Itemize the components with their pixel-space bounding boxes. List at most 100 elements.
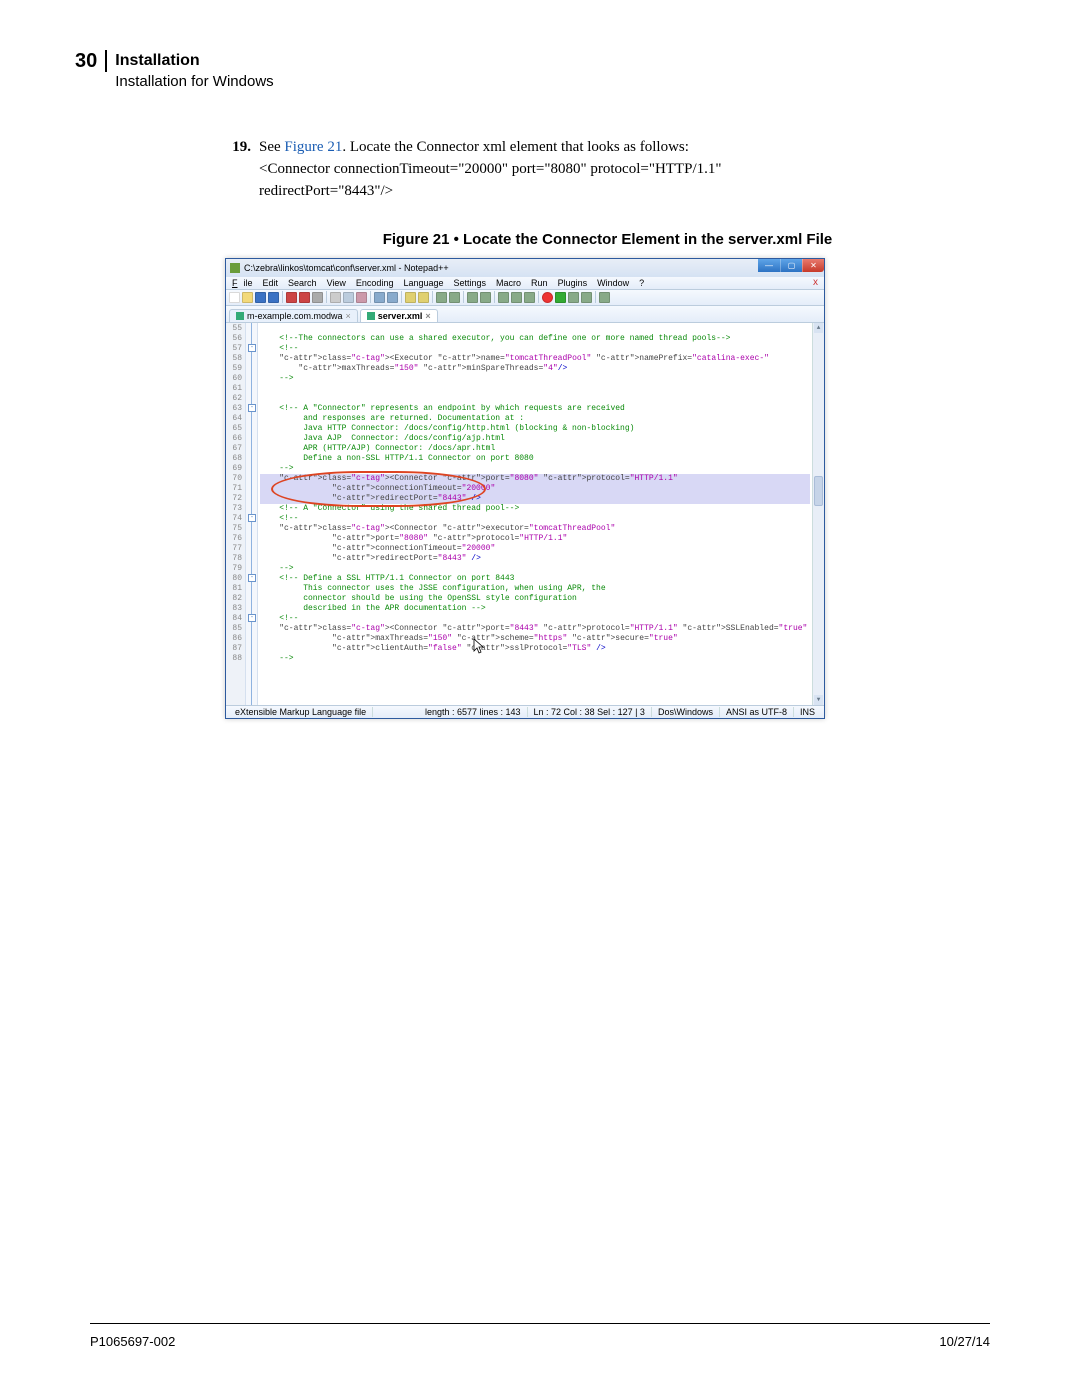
sync-h-icon[interactable] (480, 292, 491, 303)
menu-run[interactable]: Run (529, 278, 550, 288)
file-icon (367, 312, 375, 320)
sync-v-icon[interactable] (467, 292, 478, 303)
save-all-icon[interactable] (268, 292, 279, 303)
status-insert-mode: INS (794, 707, 821, 717)
toolbar-separator (432, 291, 433, 303)
tab-inactive[interactable]: m-example.com.modwa× (229, 309, 358, 322)
show-all-chars-icon[interactable] (511, 292, 522, 303)
footer-date: 10/27/14 (939, 1334, 990, 1349)
toolbar-separator (326, 291, 327, 303)
notepad-plus-plus-window: C:\zebra\linkos\tomcat\conf\server.xml -… (225, 258, 825, 719)
save-macro-icon[interactable] (581, 292, 592, 303)
status-bar: eXtensible Markup Language file length :… (226, 705, 824, 718)
file-icon (236, 312, 244, 320)
record-macro-icon[interactable] (542, 292, 553, 303)
step-number: 19. (225, 137, 259, 157)
menu-language[interactable]: Language (401, 278, 445, 288)
fold-box-icon[interactable]: - (248, 514, 256, 522)
paste-icon[interactable] (356, 292, 367, 303)
page-header: 30 Installation Installation for Windows (75, 50, 990, 92)
menu-window[interactable]: Window (595, 278, 631, 288)
toolbar-separator (538, 291, 539, 303)
menu-search[interactable]: Search (286, 278, 319, 288)
fold-box-icon[interactable]: - (248, 574, 256, 582)
zoom-out-icon[interactable] (449, 292, 460, 303)
editor-area[interactable]: 5556575859606162636465666768697071727374… (226, 323, 824, 705)
header-title: Installation (115, 50, 273, 72)
status-filetype: eXtensible Markup Language file (229, 707, 373, 717)
toolbar-separator (282, 291, 283, 303)
print-icon[interactable] (312, 292, 323, 303)
window-title: C:\zebra\linkos\tomcat\conf\server.xml -… (244, 263, 449, 273)
menubar: File Edit Search View Encoding Language … (226, 277, 824, 290)
menu-help[interactable]: ? (637, 278, 646, 288)
zoom-in-icon[interactable] (436, 292, 447, 303)
header-subtitle: Installation for Windows (115, 72, 273, 92)
cut-icon[interactable] (330, 292, 341, 303)
fold-box-icon[interactable]: - (248, 344, 256, 352)
footer-rule (90, 1323, 990, 1324)
status-length: length : 6577 lines : 143 (419, 707, 528, 717)
scroll-up-arrow-icon[interactable]: ▲ (814, 323, 823, 333)
open-file-icon[interactable] (242, 292, 253, 303)
vertical-scrollbar[interactable]: ▲ ▼ (812, 323, 824, 705)
scroll-thumb[interactable] (814, 476, 823, 506)
mouse-cursor-icon (473, 638, 487, 656)
status-eol: Dos\Windows (652, 707, 720, 717)
close-button[interactable]: ✕ (802, 259, 824, 272)
footer-doc-id: P1065697-002 (90, 1334, 175, 1349)
new-file-icon[interactable] (229, 292, 240, 303)
minimize-button[interactable]: — (758, 259, 780, 272)
tab-close-icon[interactable]: × (346, 311, 351, 321)
toolbar-separator (463, 291, 464, 303)
menu-plugins[interactable]: Plugins (556, 278, 590, 288)
save-icon[interactable] (255, 292, 266, 303)
fold-box-icon[interactable]: - (248, 614, 256, 622)
tab-active[interactable]: server.xml× (360, 309, 438, 322)
maximize-button[interactable]: ▢ (780, 259, 802, 272)
toolbar (226, 290, 824, 306)
fold-box-icon[interactable]: - (248, 404, 256, 412)
play-multiple-icon[interactable] (568, 292, 579, 303)
close-all-icon[interactable] (299, 292, 310, 303)
menu-view[interactable]: View (325, 278, 348, 288)
status-encoding: ANSI as UTF-8 (720, 707, 794, 717)
menu-file[interactable]: File (228, 278, 255, 288)
fold-margin[interactable]: - - - - - (246, 323, 258, 705)
close-file-icon[interactable] (286, 292, 297, 303)
menu-encoding[interactable]: Encoding (354, 278, 396, 288)
menu-settings[interactable]: Settings (452, 278, 489, 288)
replace-icon[interactable] (418, 292, 429, 303)
toolbar-separator (595, 291, 596, 303)
toolbar-separator (494, 291, 495, 303)
wrap-icon[interactable] (498, 292, 509, 303)
figure-link[interactable]: Figure 21 (284, 139, 342, 155)
undo-icon[interactable] (374, 292, 385, 303)
find-icon[interactable] (405, 292, 416, 303)
step-pre: See (259, 139, 284, 155)
code-content[interactable]: <!--The connectors can use a shared exec… (258, 323, 812, 705)
titlebar[interactable]: C:\zebra\linkos\tomcat\conf\server.xml -… (226, 259, 824, 277)
indent-guide-icon[interactable] (524, 292, 535, 303)
step-19: 19. See Figure 21. Locate the Connector … (225, 137, 990, 157)
tab-close-icon[interactable]: × (425, 311, 430, 321)
toolbar-separator (370, 291, 371, 303)
toolbar-separator (401, 291, 402, 303)
line-number-gutter: 5556575859606162636465666768697071727374… (226, 323, 246, 705)
connector-code-2: redirectPort="8443"/> (259, 181, 990, 201)
run-script-icon[interactable] (599, 292, 610, 303)
copy-icon[interactable] (343, 292, 354, 303)
play-macro-icon[interactable] (555, 292, 566, 303)
menu-edit[interactable]: Edit (261, 278, 281, 288)
page-number: 30 (75, 50, 107, 72)
step-text: See Figure 21. Locate the Connector xml … (259, 137, 990, 157)
redo-icon[interactable] (387, 292, 398, 303)
app-icon (230, 263, 240, 273)
tab-bar: m-example.com.modwa× server.xml× (226, 306, 824, 323)
figure-caption: Figure 21 • Locate the Connector Element… (225, 230, 990, 250)
status-position: Ln : 72 Col : 38 Sel : 127 | 3 (528, 707, 652, 717)
menubar-close-icon[interactable]: x (811, 277, 820, 288)
connector-code-1: <Connector connectionTimeout="20000" por… (259, 159, 990, 179)
menu-macro[interactable]: Macro (494, 278, 523, 288)
scroll-down-arrow-icon[interactable]: ▼ (814, 695, 823, 705)
